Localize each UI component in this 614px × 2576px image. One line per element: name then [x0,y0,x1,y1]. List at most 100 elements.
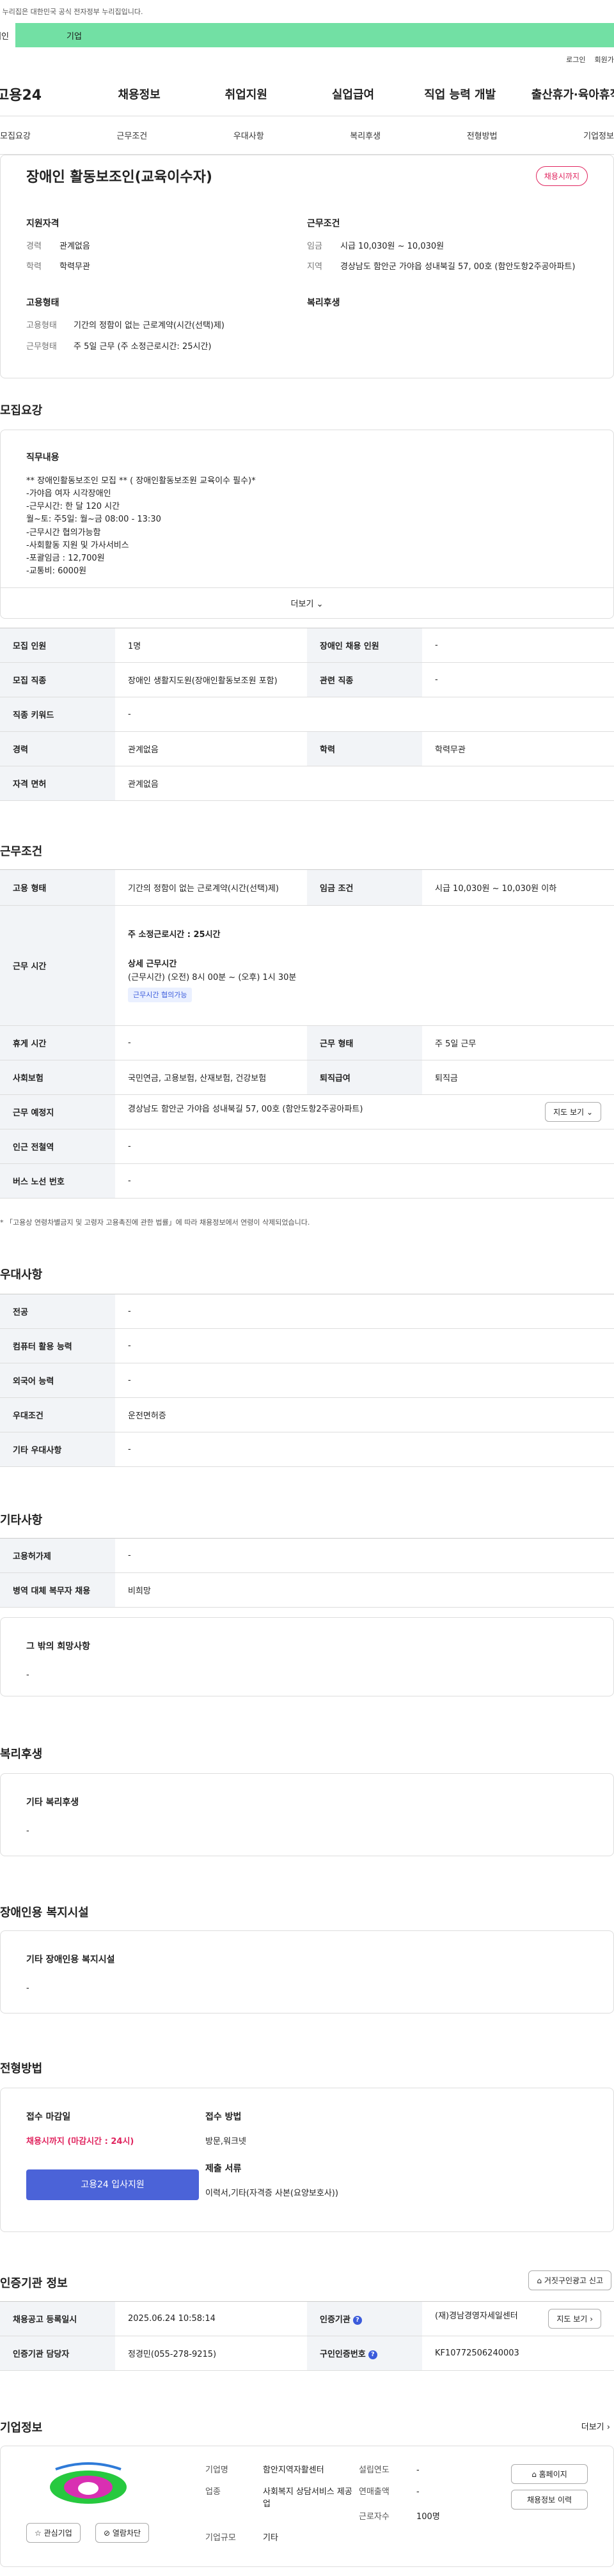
facility-heading: 장애인용 복지시설 [0,1906,89,1920]
method-label: 접수 방법 [205,2112,242,2122]
row-value: 퇴직금 [422,1060,614,1095]
homepage-button[interactable]: ⌂ 홈페이지 [511,2464,588,2484]
career-key: 경력 [26,242,42,251]
more-button[interactable]: 더보기 ⌄ [1,587,613,618]
recruit-heading: 모집요강 [0,404,43,417]
history-button[interactable]: 채용정보 이력 [511,2490,588,2510]
info-icon[interactable]: ? [368,2350,377,2359]
signup-link[interactable]: 회원가입 [595,54,614,65]
row-key: 모집 직종 [0,662,115,697]
detail-hours-value: (근무시간) (오전) 8시 00분 ~ (오후) 1시 30분 [128,973,297,983]
subnav-process[interactable]: 전형방법 [467,129,498,141]
company-more-link[interactable]: 더보기 › [581,2420,610,2432]
gnb-item-parental[interactable]: 출산휴가·육아휴직 [514,86,614,102]
weekly-hours: 주 소정근로시간 : 25시간 [128,929,221,940]
negotiable-tag: 근무시간 협의가능 [128,987,193,1003]
row-key: 인증기관 담당자 [0,2336,115,2371]
qualification-label: 지원자격 [26,219,59,229]
agency-heading: 인증기관 정보 [0,2277,68,2290]
row-value: 국민연금, 고용보험, 산재보험, 건강보험 [115,1060,307,1095]
etc-table: 고용허가제 - 병역 대체 복무자 채용 비희망 [0,1538,614,1608]
table-row: 컴퓨터 활용 능력 - [0,1328,614,1363]
table-row: 병역 대체 복무자 채용 비희망 [0,1572,614,1608]
gnb-item-support[interactable]: 취업지원 [193,86,299,102]
table-row: 고용허가제 - [0,1538,614,1573]
row-key: 임금 조건 [307,869,422,906]
row-key: 버스 노선 번호 [0,1163,115,1199]
login-link[interactable]: 로그인 [566,54,585,65]
report-button[interactable]: ⌂ 거짓구인광고 신고 [528,2270,611,2290]
edu-key: 학력 [26,262,42,272]
table-row: 모집 인원 1명 장애인 채용 인원 - [0,628,614,663]
deadline-value: 채용시까지 (마감시간 : 24시) [26,2137,134,2146]
job-description-text: ** 장애인활동보조인 모집 ** ( 장애인활동보조원 교육이수 필수)* -… [26,476,256,576]
subnav-company[interactable]: 기업정보 [583,129,614,141]
site-logo[interactable]: 고용24 [0,84,86,104]
tab-personal[interactable]: 개인 [0,23,15,47]
recruit-table: 모집 인원 1명 장애인 채용 인원 - 모집 직종 장애인 생활지도원(장애인… [0,628,614,801]
row-key: 관련 직종 [307,662,422,697]
company-name-value: 함안지역자활센터 [263,2465,324,2475]
row-key: 기타 우대사항 [0,1432,115,1467]
edu-value: 학력무관 [59,262,90,272]
row-key: 사회보험 [0,1060,115,1095]
info-icon[interactable]: ? [352,2315,362,2325]
qualification-section: 지원자격 경력 관계없음 학력 학력무관 [26,217,307,282]
gnb-item-unemployment[interactable]: 실업급여 [299,86,406,102]
row-key: 학력 [307,731,422,766]
size-key: 기업규모 [205,2533,236,2543]
agency-org-cell: (재)경남경영자세일센터 지도 보기 › [422,2301,614,2336]
row-value: - [422,628,614,663]
home-icon: ⌂ [531,2470,537,2479]
company-heading: 기업정보 [0,2421,43,2435]
company-logo [43,2460,134,2506]
row-key: 장애인 채용 인원 [307,628,422,663]
row-key: 컴퓨터 활용 능력 [0,1328,115,1363]
process-heading: 전형방법 [0,2062,43,2076]
work-form-key: 근무형태 [26,341,57,352]
gnb-item-training[interactable]: 직업 능력 개발 [407,86,514,102]
work-time-cell: 주 소정근로시간 : 25시간 상세 근무시간 (근무시간) (오전) 8시 0… [115,905,614,1026]
table-row: 기타 우대사항 - [0,1432,614,1467]
company-card: ☆ 관심기업 ⊘ 열람차단 기업명 함안지역자활센터 설립연도 - 업종 사회복… [0,2446,614,2567]
subnav-preference[interactable]: 우대사항 [233,129,264,141]
work-place-cell: 경상남도 함안군 가야읍 성내북길 57, 00호 (함안도항2주공아파트) 지… [115,1094,614,1129]
interest-button[interactable]: ☆ 관심기업 [26,2523,81,2543]
welfare-summary-section: 복리후생 [307,296,588,361]
row-value: - [115,1432,614,1467]
agency-org-value: (재)경남경영자세일센터 [435,2311,518,2321]
row-value: - [115,1163,614,1199]
age-note: * 「고용상 연령차별금지 및 고령자 고용촉진에 관한 법률」에 따라 채용정… [0,1218,310,1227]
wage-value: 시급 10,030원 ~ 10,030원 [340,242,445,251]
subnav-welfare[interactable]: 복리후생 [350,129,381,141]
welfare-value: - [26,1826,29,1836]
block-label: 열람차단 [112,2529,141,2538]
map-button[interactable]: 지도 보기 ⌄ [545,1102,601,1122]
detail-hours-label: 상세 근무시간 [128,959,177,970]
subnav-conditions[interactable]: 근무조건 [116,129,147,141]
table-row: 채용공고 등록일시 2025.06.24 10:58:14 인증기관? (재)경… [0,2301,614,2336]
report-button-label: 거짓구인광고 신고 [544,2276,603,2285]
agency-map-button[interactable]: 지도 보기 › [548,2309,601,2329]
welfare-card: 기타 복리후생 - [0,1773,614,1856]
company-name-key: 기업명 [205,2465,228,2475]
wage-key: 임금 [307,242,322,251]
row-key: 병역 대체 복무자 채용 [0,1572,115,1608]
table-row: 전공 - [0,1294,614,1329]
row-value: 2025.06.24 10:58:14 [115,2301,307,2336]
row-key: 퇴직급여 [307,1060,422,1095]
row-value: - [115,1294,614,1329]
block-button[interactable]: ⊘ 열람차단 [95,2523,150,2543]
tab-corp[interactable]: 기업 [15,23,614,47]
login-links: 로그인 회원가입 [0,47,614,72]
table-row: 자격 면허 관계없음 [0,766,614,801]
est-year-key: 설립연도 [359,2465,390,2475]
gnb-item-jobs[interactable]: 채용정보 [86,86,193,102]
subnav-recruit[interactable]: 모집요강 [0,129,31,141]
welfare-heading: 복리후생 [0,1748,43,1761]
facility-label: 기타 장애인용 복지시설 [26,1955,115,1965]
interest-label: 관심기업 [43,2529,72,2538]
row-key: 고용 형태 [0,869,115,906]
agency-table: 채용공고 등록일시 2025.06.24 10:58:14 인증기관? (재)경… [0,2301,614,2371]
apply-button[interactable]: 고용24 입사지원 [26,2169,199,2200]
